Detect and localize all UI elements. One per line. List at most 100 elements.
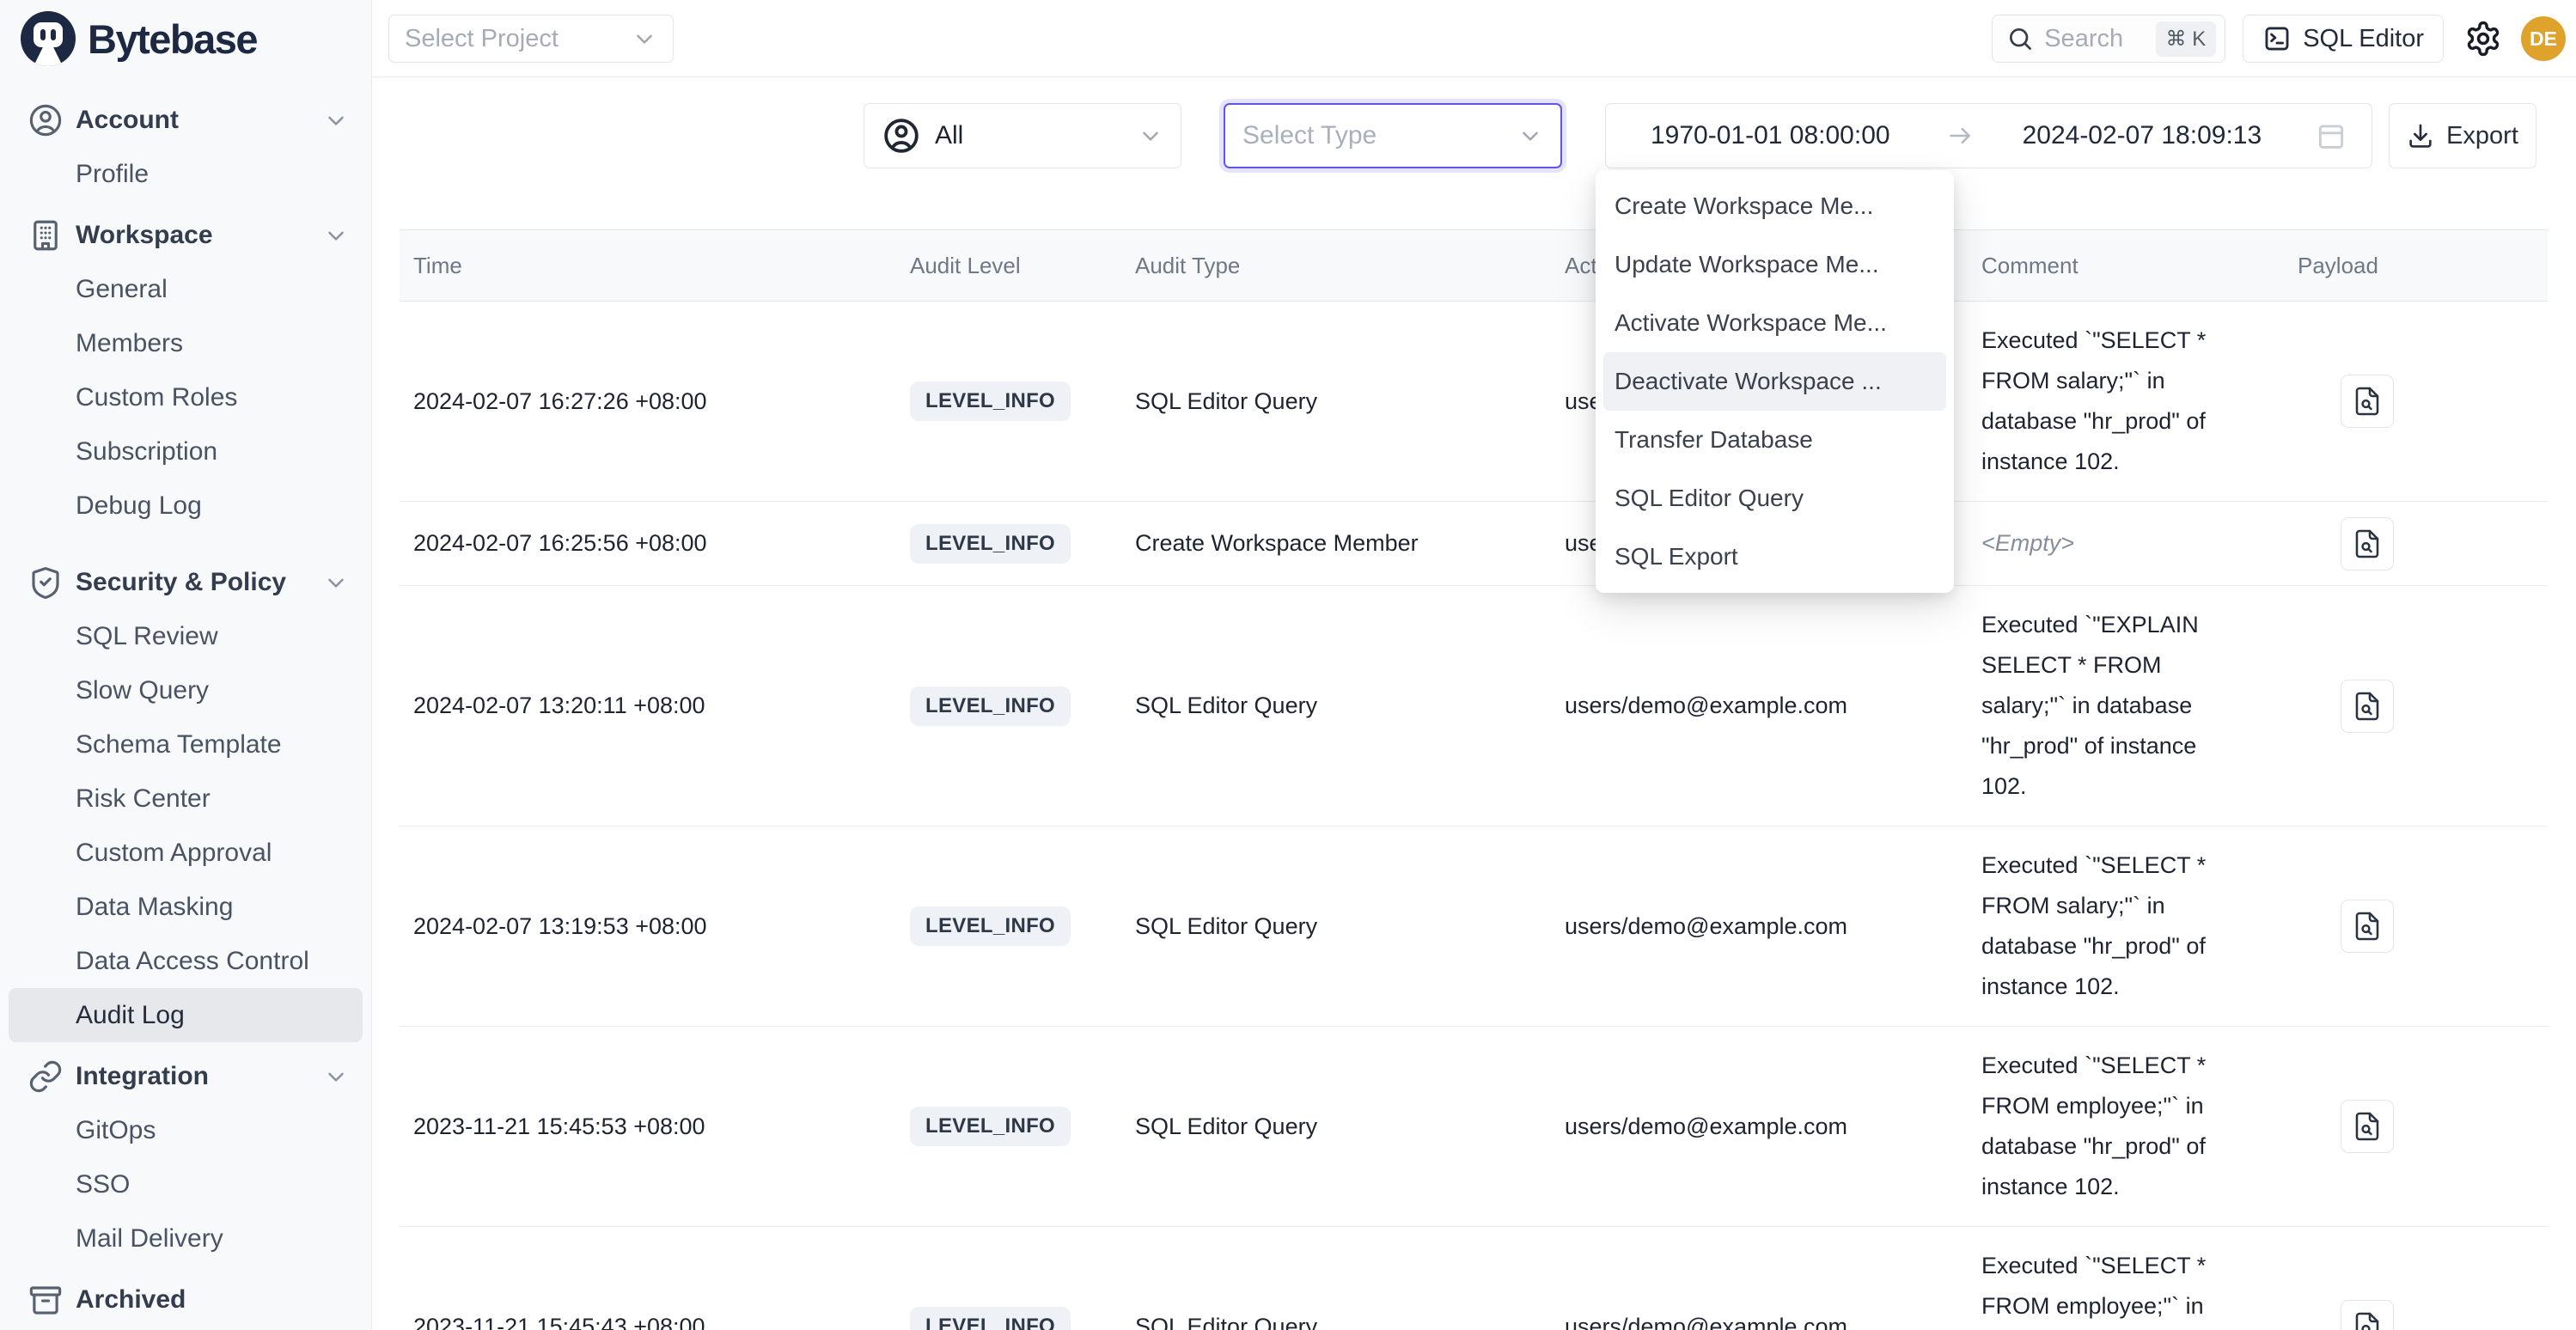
- sidebar-section-workspace[interactable]: Workspace: [9, 208, 363, 262]
- column-header-payload: Payload: [2284, 253, 2548, 279]
- cell-payload: [2284, 900, 2548, 953]
- table-row: 2024-02-07 16:25:56 +08:00 LEVEL_INFO Cr…: [400, 502, 2548, 586]
- type-filter-select[interactable]: Select Type: [1224, 103, 1562, 168]
- sidebar-item-schema-template[interactable]: Schema Template: [9, 717, 363, 772]
- cell-audit-type: SQL Editor Query: [1121, 692, 1551, 719]
- brand-name: Bytebase: [88, 15, 257, 63]
- cell-time: 2024-02-07 16:27:26 +08:00: [400, 388, 896, 415]
- sidebar-item-risk-center[interactable]: Risk Center: [9, 772, 363, 826]
- table-row: 2023-11-21 15:45:43 +08:00 LEVEL_INFO SQ…: [400, 1227, 2548, 1330]
- bytebase-logo[interactable]: Bytebase: [0, 0, 371, 77]
- menu-item-activate-workspace-member[interactable]: Activate Workspace Me...: [1596, 294, 1954, 352]
- cell-comment: <Empty>: [1968, 504, 2260, 583]
- cell-payload: [2284, 375, 2548, 428]
- table-row: 2024-02-07 13:19:53 +08:00 LEVEL_INFO SQ…: [400, 827, 2548, 1027]
- level-badge: LEVEL_INFO: [910, 524, 1071, 564]
- cell-time: 2024-02-07 13:20:11 +08:00: [400, 692, 896, 719]
- menu-item-sql-export[interactable]: SQL Export: [1596, 528, 1954, 586]
- sidebar-item-audit-log[interactable]: Audit Log: [9, 988, 363, 1042]
- sidebar-item-debug-log[interactable]: Debug Log: [9, 479, 363, 533]
- level-badge: LEVEL_INFO: [910, 686, 1071, 726]
- chevron-down-icon: [1138, 123, 1163, 149]
- sql-editor-button[interactable]: SQL Editor: [2243, 15, 2444, 63]
- search-icon: [2006, 25, 2034, 52]
- download-icon: [2407, 122, 2434, 149]
- cell-actor: users/demo@example.com: [1551, 1314, 1968, 1330]
- sidebar-item-data-masking[interactable]: Data Masking: [9, 880, 363, 934]
- cell-actor: users/demo@example.com: [1551, 913, 1968, 940]
- sidebar-item-gitops[interactable]: GitOps: [9, 1103, 363, 1157]
- cell-comment: Executed `"SELECT * FROM salary;"` in da…: [1968, 302, 2260, 501]
- sidebar-item-sql-review[interactable]: SQL Review: [9, 609, 363, 663]
- cell-audit-level: LEVEL_INFO: [896, 906, 1121, 946]
- cell-payload: [2284, 1300, 2548, 1330]
- sidebar-item-data-access-control[interactable]: Data Access Control: [9, 934, 363, 988]
- level-badge: LEVEL_INFO: [910, 1107, 1071, 1146]
- menu-item-deactivate-workspace-member[interactable]: Deactivate Workspace ...: [1603, 352, 1946, 411]
- sidebar-item-subscription[interactable]: Subscription: [9, 424, 363, 479]
- payload-view-button[interactable]: [2341, 1100, 2394, 1153]
- cell-audit-type: SQL Editor Query: [1121, 388, 1551, 415]
- bytebase-logo-icon: [21, 11, 76, 66]
- table-row: 2023-11-21 15:45:53 +08:00 LEVEL_INFO SQ…: [400, 1027, 2548, 1227]
- cell-actor: users/demo@example.com: [1551, 692, 1968, 719]
- sidebar-section-integration[interactable]: Integration: [9, 1049, 363, 1103]
- payload-view-button[interactable]: [2341, 375, 2394, 428]
- menu-item-create-workspace-member[interactable]: Create Workspace Me...: [1596, 177, 1954, 235]
- chevron-down-icon: [323, 1064, 349, 1089]
- sidebar-nav: Account Profile Workspace General Member…: [0, 77, 371, 1327]
- column-header-audit-type: Audit Type: [1121, 253, 1551, 279]
- sidebar-section-account[interactable]: Account: [9, 93, 363, 147]
- cell-audit-type: SQL Editor Query: [1121, 1314, 1551, 1330]
- chevron-down-icon: [323, 223, 349, 248]
- gear-icon[interactable]: [2464, 20, 2502, 58]
- payload-view-button[interactable]: [2341, 680, 2394, 733]
- sidebar-item-sso[interactable]: SSO: [9, 1157, 363, 1211]
- sidebar-item-mail-delivery[interactable]: Mail Delivery: [9, 1211, 363, 1266]
- column-header-time: Time: [400, 253, 896, 279]
- date-range-picker[interactable]: 1970-01-01 08:00:00 2024-02-07 18:09:13: [1605, 103, 2372, 168]
- search-input[interactable]: Search ⌘ K: [1992, 15, 2225, 63]
- chevron-down-icon: [323, 570, 349, 595]
- sidebar-item-members[interactable]: Members: [9, 316, 363, 370]
- building-icon: [27, 217, 64, 253]
- level-badge: LEVEL_INFO: [910, 906, 1071, 946]
- sidebar-item-general[interactable]: General: [9, 262, 363, 316]
- payload-view-button[interactable]: [2341, 517, 2394, 570]
- cell-comment: Executed `"SELECT * FROM salary;"` in da…: [1968, 827, 2260, 1026]
- project-select[interactable]: Select Project: [388, 15, 674, 63]
- sidebar-item-slow-query[interactable]: Slow Query: [9, 663, 363, 717]
- cell-actor: users/demo@example.com: [1551, 1113, 1968, 1140]
- sidebar: Bytebase Account Profile Workspace Gener…: [0, 0, 372, 1330]
- topbar: Select Project Search ⌘ K SQL Editor DE: [372, 0, 2576, 77]
- menu-item-transfer-database[interactable]: Transfer Database: [1596, 411, 1954, 469]
- sidebar-section-security-policy[interactable]: Security & Policy: [9, 555, 363, 609]
- avatar[interactable]: DE: [2521, 16, 2566, 61]
- chevron-down-icon: [632, 26, 657, 52]
- terminal-icon: [2262, 24, 2292, 53]
- menu-item-sql-editor-query[interactable]: SQL Editor Query: [1596, 469, 1954, 528]
- main-content: Select Project Search ⌘ K SQL Editor DE …: [372, 0, 2576, 1330]
- cell-time: 2024-02-07 16:25:56 +08:00: [400, 530, 896, 557]
- cell-audit-level: LEVEL_INFO: [896, 686, 1121, 726]
- sidebar-item-custom-approval[interactable]: Custom Approval: [9, 826, 363, 880]
- payload-view-button[interactable]: [2341, 1300, 2394, 1330]
- payload-view-button[interactable]: [2341, 900, 2394, 953]
- cell-audit-type: Create Workspace Member: [1121, 530, 1551, 557]
- table-row: 2024-02-07 16:27:26 +08:00 LEVEL_INFO SQ…: [400, 302, 2548, 502]
- cell-audit-level: LEVEL_INFO: [896, 1107, 1121, 1146]
- link-icon: [27, 1059, 64, 1095]
- date-to-value: 2024-02-07 18:09:13: [2023, 121, 2262, 150]
- export-button[interactable]: Export: [2389, 103, 2536, 168]
- actor-filter-select[interactable]: All: [864, 103, 1181, 168]
- cell-payload: [2284, 517, 2548, 570]
- menu-item-update-workspace-member[interactable]: Update Workspace Me...: [1596, 235, 1954, 294]
- cell-audit-type: SQL Editor Query: [1121, 913, 1551, 940]
- sidebar-item-archived[interactable]: Archived: [9, 1272, 363, 1327]
- audit-log-table: Time Audit Level Audit Type Actor Commen…: [400, 229, 2548, 1330]
- level-badge: LEVEL_INFO: [910, 1307, 1071, 1330]
- chevron-down-icon: [1517, 123, 1543, 149]
- sidebar-item-profile[interactable]: Profile: [9, 147, 363, 201]
- sidebar-item-custom-roles[interactable]: Custom Roles: [9, 370, 363, 424]
- cell-comment: Executed `"SELECT * FROM employee;"` in …: [1968, 1027, 2260, 1226]
